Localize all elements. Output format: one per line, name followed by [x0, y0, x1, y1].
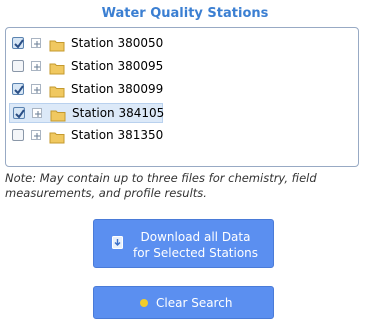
clear-search-label: Clear Search — [156, 296, 233, 310]
expand-plus-icon[interactable] — [31, 61, 41, 71]
panel-title: Water Quality Stations — [101, 6, 269, 21]
folder-icon — [49, 129, 65, 148]
download-all-data-button[interactable]: Download all Data for Selected Stations — [93, 219, 274, 268]
download-button-line1: Download all Data — [140, 230, 251, 244]
download-button-label: Download all Data for Selected Stations — [124, 229, 267, 261]
tree-item-label: Station 384105 — [72, 106, 165, 120]
checkbox-unchecked[interactable] — [12, 60, 24, 72]
folder-icon — [49, 37, 65, 56]
dot-icon — [140, 299, 148, 307]
folder-icon — [50, 107, 66, 126]
tree-item-station-380095[interactable]: Station 380095 — [9, 57, 163, 77]
expand-plus-icon[interactable] — [32, 108, 42, 118]
clear-search-button[interactable]: Clear Search — [93, 286, 274, 319]
tree-item-label: Station 380050 — [71, 36, 164, 50]
expand-plus-icon[interactable] — [31, 38, 41, 48]
checkbox-checked[interactable] — [12, 83, 24, 95]
folder-icon — [49, 60, 65, 79]
station-tree[interactable]: Station 380050 Station 380095 Station 38… — [5, 27, 359, 167]
tree-item-station-380050[interactable]: Station 380050 — [9, 34, 163, 54]
expand-plus-icon[interactable] — [31, 130, 41, 140]
folder-icon — [49, 83, 65, 102]
download-icon — [112, 236, 123, 252]
checkbox-unchecked[interactable] — [12, 129, 24, 141]
checkbox-checked[interactable] — [12, 37, 24, 49]
expand-plus-icon[interactable] — [31, 84, 41, 94]
tree-item-label: Station 380099 — [71, 82, 164, 96]
tree-item-station-380099[interactable]: Station 380099 — [9, 80, 163, 100]
tree-item-label: Station 380095 — [71, 59, 164, 73]
tree-item-station-381350[interactable]: Station 381350 — [9, 126, 163, 146]
tree-item-station-384105[interactable]: Station 384105 — [9, 103, 165, 126]
download-button-line2: for Selected Stations — [132, 246, 259, 260]
checkbox-checked[interactable] — [13, 107, 25, 119]
note-text: Note: May contain up to three files for … — [5, 171, 317, 200]
tree-item-label: Station 381350 — [71, 128, 164, 142]
